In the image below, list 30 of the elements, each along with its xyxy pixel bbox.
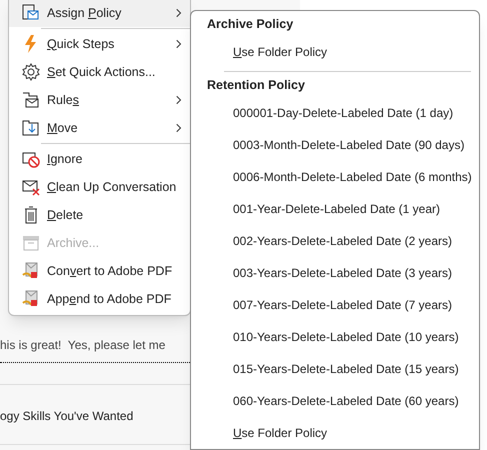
folder-arrow-icon	[21, 118, 41, 138]
menu-item[interactable]: Set Quick Actions...	[9, 58, 190, 86]
menu-item[interactable]: 015-Years-Delete-Labeled Date (15 years)	[191, 353, 479, 385]
menu-item[interactable]: Clean Up Conversation	[9, 173, 190, 201]
menu-item[interactable]: 003-Years-Delete-Labeled Date (3 years)	[191, 257, 479, 289]
menu-item[interactable]: 010-Years-Delete-Labeled Date (10 years)	[191, 321, 479, 353]
menu-item[interactable]: Rules	[9, 86, 190, 114]
menu-item[interactable]: Use Folder Policy	[191, 417, 479, 449]
section-header: Archive Policy	[207, 16, 294, 33]
menu-item[interactable]: Ignore	[9, 145, 190, 173]
menu-item[interactable]: Quick Steps	[9, 30, 190, 58]
menu-item[interactable]: Use Folder Policy	[191, 36, 479, 68]
folder-mail-icon	[21, 90, 41, 110]
settings-icon	[21, 62, 41, 82]
menu-item[interactable]: Assign Policy	[9, 0, 190, 27]
menu-item[interactable]: Convert to Adobe PDF	[9, 257, 190, 285]
archive-box-icon	[21, 233, 41, 253]
menu-item[interactable]: 007-Years-Delete-Labeled Date (7 years)	[191, 289, 479, 321]
menu-item[interactable]: 002-Years-Delete-Labeled Date (2 years)	[191, 225, 479, 257]
menu-item[interactable]: 000001-Day-Delete-Labeled Date (1 day)	[191, 97, 479, 129]
section-header: Retention Policy	[207, 77, 305, 94]
message-preview: his is great! Yes, please let me	[0, 337, 166, 354]
menu-item[interactable]: Delete	[9, 201, 190, 229]
menu-item[interactable]: 0003-Month-Delete-Labeled Date (90 days)	[191, 129, 479, 161]
menu-item[interactable]: Move	[9, 114, 190, 142]
menu-item[interactable]: Append to Adobe PDF	[9, 285, 190, 313]
menu-item[interactable]: 0006-Month-Delete-Labeled Date (6 months)	[191, 161, 479, 193]
menu-item[interactable]: 001-Year-Delete-Labeled Date (1 year)	[191, 193, 479, 225]
menu-item[interactable]: 060-Years-Delete-Labeled Date (60 years)	[191, 385, 479, 417]
message-subject: ogy Skills You've Wanted	[0, 408, 134, 425]
